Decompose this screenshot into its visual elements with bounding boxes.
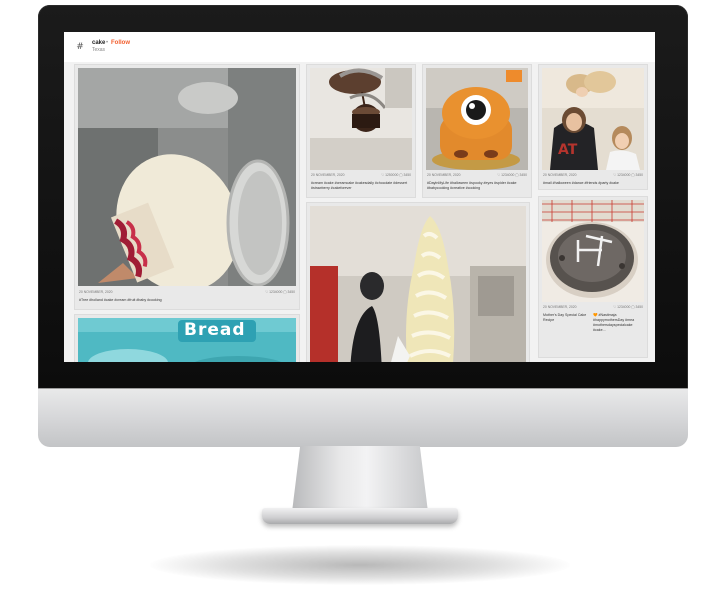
post-card[interactable]: 20 NOVEMBER, 2020 ♡ 1234000 ▢ 3450 Mothe… bbox=[538, 196, 648, 358]
monitor-chin bbox=[38, 388, 688, 447]
post-caption: #cream #cake #creamcake #cakesdaily #cho… bbox=[311, 181, 408, 190]
post-stats: ♡ 1250000 ▢ 3450 bbox=[381, 173, 411, 177]
monitor-stand-foot bbox=[262, 508, 458, 524]
post-image[interactable] bbox=[78, 68, 296, 286]
likes-count[interactable]: ♡ 1234000 bbox=[613, 173, 630, 177]
post-date: 20 NOVEMBER, 2020 bbox=[311, 173, 345, 177]
post-caption: #DayInMyLife #halloween #spooky #eyes #s… bbox=[427, 181, 517, 190]
hashtag-icon: # bbox=[76, 42, 84, 52]
comments-count[interactable]: ▢ 3450 bbox=[631, 173, 643, 177]
post-caption: #Tree #holland #cake #cream #fruit #baby… bbox=[79, 298, 162, 302]
post-caption: #mail #halloween #dance #friends #party … bbox=[543, 181, 619, 185]
comments-count[interactable]: ▢ 3450 bbox=[399, 173, 411, 177]
post-stats: ♡ 1234000 ▢ 3450 bbox=[265, 290, 295, 294]
likes-count[interactable]: ♡ 1234000 bbox=[497, 173, 514, 177]
post-grid: 20 NOVEMBER, 2020 ♡ 1234000 ▢ 3450 #Tree… bbox=[64, 62, 655, 362]
post-date: 20 NOVEMBER, 2020 bbox=[543, 173, 577, 177]
post-date: 20 NOVEMBER, 2020 bbox=[543, 305, 577, 309]
post-caption-tags: 🧡 #Nastimaja #happymothersDay #mea #moth… bbox=[593, 313, 635, 332]
monitor-stand bbox=[292, 446, 428, 512]
post-stats: ♡ 1234000 ▢ 3450 bbox=[613, 305, 643, 309]
post-card[interactable]: 20 NOVEMBER, 2020 ♡ 1234000 ▢ 3450 #DayI… bbox=[422, 64, 532, 198]
likes-count[interactable]: ♡ 1234000 bbox=[265, 290, 282, 294]
post-date: 20 NOVEMBER, 2020 bbox=[79, 290, 113, 294]
comments-count[interactable]: ▢ 3450 bbox=[631, 305, 643, 309]
comments-count[interactable]: ▢ 3450 bbox=[283, 290, 295, 294]
screen: # cake • Follow Texas 20 NOVEMBER, 2020 … bbox=[64, 32, 655, 362]
post-caption: Mother's Day Special Cake Recipe bbox=[543, 313, 587, 322]
comments-count[interactable]: ▢ 3450 bbox=[515, 173, 527, 177]
post-card[interactable]: 20 NOVEMBER, 2020 ♡ 1234000 ▢ 3450 #Tree… bbox=[74, 64, 300, 310]
post-image[interactable] bbox=[426, 68, 528, 170]
post-image[interactable]: Bread bbox=[78, 318, 296, 362]
post-card[interactable] bbox=[306, 202, 530, 362]
bread-title-text: Bread bbox=[184, 320, 246, 340]
hashtag-header: # cake • Follow Texas bbox=[64, 32, 655, 62]
separator-dot: • bbox=[106, 40, 109, 46]
post-card[interactable]: AT 20 NOVEMBER, 2020 ♡ 1234000 ▢ 3450 #m… bbox=[538, 64, 648, 190]
post-image[interactable] bbox=[310, 206, 526, 362]
location-label: Texas bbox=[92, 47, 106, 53]
post-card[interactable]: Bread bbox=[74, 314, 300, 362]
post-date: 20 NOVEMBER, 2020 bbox=[427, 173, 461, 177]
post-stats: ♡ 1234000 ▢ 3450 bbox=[613, 173, 643, 177]
post-card[interactable]: 20 NOVEMBER, 2020 ♡ 1250000 ▢ 3450 #crea… bbox=[306, 64, 416, 198]
likes-count[interactable]: ♡ 1234000 bbox=[613, 305, 630, 309]
svg-text:AT: AT bbox=[558, 142, 578, 158]
post-image[interactable] bbox=[542, 200, 644, 302]
post-stats: ♡ 1234000 ▢ 3450 bbox=[497, 173, 527, 177]
hashtag-title: cake bbox=[92, 40, 106, 46]
monitor-shadow bbox=[150, 545, 570, 585]
post-image[interactable]: AT bbox=[542, 68, 644, 170]
follow-button[interactable]: Follow bbox=[111, 40, 130, 46]
likes-count[interactable]: ♡ 1250000 bbox=[381, 173, 398, 177]
post-image[interactable] bbox=[310, 68, 412, 170]
